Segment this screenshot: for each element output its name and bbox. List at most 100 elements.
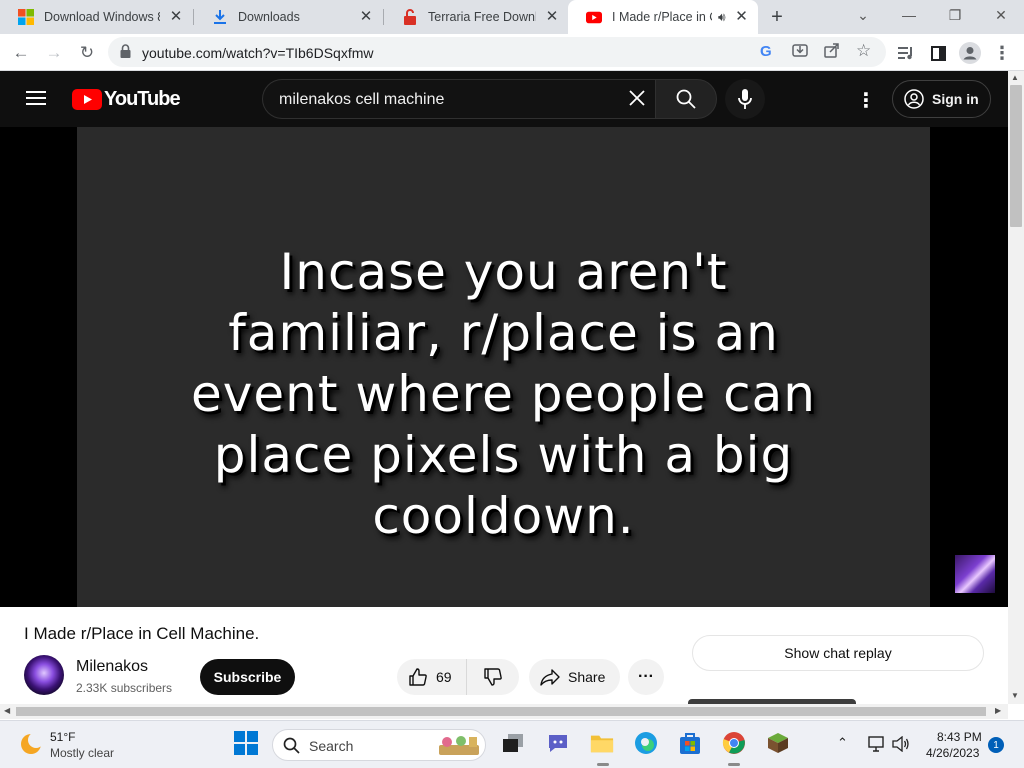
browser-toolbar: ← → ↻ youtube.com/watch?v=TIb6DSqxfmw G … xyxy=(0,34,1024,71)
bookmark-star-icon[interactable]: ☆ xyxy=(856,41,871,61)
tab-search-chevron-icon[interactable]: ⌄ xyxy=(840,0,886,30)
like-button[interactable]: 69 xyxy=(397,659,467,695)
search-icon xyxy=(676,89,696,109)
youtube-logo[interactable]: YouTube xyxy=(72,88,181,111)
youtube-icon xyxy=(586,9,602,25)
forward-button[interactable]: → xyxy=(41,40,67,66)
google-translate-icon[interactable]: G xyxy=(760,43,772,60)
subscribe-button[interactable]: Subscribe xyxy=(200,659,295,695)
channel-name[interactable]: Milenakos xyxy=(76,658,148,676)
dislike-button[interactable] xyxy=(467,659,519,695)
tab-download-windows[interactable]: Download Windows 8.1 ✕ xyxy=(0,0,192,34)
new-tab-button[interactable]: + xyxy=(766,7,788,27)
back-button[interactable]: ← xyxy=(8,40,34,66)
teams-chat-icon[interactable] xyxy=(546,731,570,755)
channel-avatar[interactable] xyxy=(24,655,64,695)
lock-red-icon xyxy=(402,9,418,25)
sign-in-button[interactable]: Sign in xyxy=(892,80,991,118)
show-hidden-icons-chevron-icon[interactable]: ⌃ xyxy=(837,735,848,751)
speaker-icon[interactable]: 🔊︎ xyxy=(718,10,726,25)
close-tab-icon[interactable]: ✕ xyxy=(544,9,560,25)
close-tab-icon[interactable]: ✕ xyxy=(168,9,184,25)
scroll-right-arrow-icon[interactable]: ▶ xyxy=(995,706,1001,715)
video-info-section: I Made r/Place in Cell Machine. Milenako… xyxy=(0,607,1008,704)
volume-icon[interactable] xyxy=(892,735,910,757)
clock-date[interactable]: 4/26/2023 xyxy=(926,746,979,760)
scroll-left-arrow-icon[interactable]: ◀ xyxy=(4,706,10,715)
url-text[interactable]: youtube.com/watch?v=TIb6DSqxfmw xyxy=(142,45,374,61)
tab-title: Terraria Free Download xyxy=(428,10,536,24)
search-button[interactable] xyxy=(655,79,717,119)
side-panel-icon[interactable] xyxy=(925,40,951,66)
video-caption-text: Incase you aren't familiar, r/place is a… xyxy=(191,243,816,545)
task-view-icon[interactable] xyxy=(501,731,525,755)
profile-avatar-icon[interactable] xyxy=(957,40,983,66)
address-bar[interactable]: youtube.com/watch?v=TIb6DSqxfmw G ☆ xyxy=(108,37,886,67)
search-input[interactable]: milenakos cell machine xyxy=(262,79,655,119)
taskbar-search-box[interactable]: Search xyxy=(272,729,486,761)
clear-search-icon[interactable] xyxy=(628,89,646,112)
vertical-scroll-thumb[interactable] xyxy=(1010,85,1022,227)
clock-time[interactable]: 8:43 PM xyxy=(937,730,982,744)
close-window-button[interactable]: ✕ xyxy=(978,0,1024,30)
microsoft-store-icon[interactable] xyxy=(678,731,702,755)
chrome-icon[interactable] xyxy=(722,731,746,755)
microphone-icon xyxy=(738,89,752,109)
account-circle-icon xyxy=(904,89,924,109)
chrome-menu-icon[interactable]: ⋮ xyxy=(989,40,1015,66)
weather-moon-icon[interactable] xyxy=(18,731,44,762)
notification-badge[interactable]: 1 xyxy=(988,737,1004,753)
hamburger-menu-icon[interactable] xyxy=(26,90,46,111)
windows-taskbar: 51°F Mostly clear Search ⌃ 8:43 PM 4/26/… xyxy=(0,720,1024,768)
video-title: I Made r/Place in Cell Machine. xyxy=(24,624,260,643)
taskbar-search-placeholder: Search xyxy=(309,738,354,754)
tab-downloads[interactable]: Downloads ✕ xyxy=(194,0,382,34)
vertical-scrollbar[interactable]: ▲ ▼ xyxy=(1008,71,1024,704)
edge-browser-icon[interactable] xyxy=(634,731,658,755)
taskbar-search-icon xyxy=(283,737,300,759)
windows-logo-icon xyxy=(18,9,34,25)
like-dislike-group: 69 xyxy=(397,659,519,695)
share-button[interactable]: Share xyxy=(529,659,620,695)
tab-youtube-active[interactable]: I Made r/Place in Cell Machine 🔊︎ ✕ xyxy=(568,0,758,34)
settings-more-icon[interactable]: ⋮ xyxy=(856,88,876,113)
thumbs-up-icon xyxy=(408,667,428,687)
share-arrow-icon xyxy=(540,668,560,686)
subscriber-count: 2.33K subscribers xyxy=(76,681,173,695)
channel-watermark[interactable] xyxy=(955,555,995,593)
close-tab-icon[interactable]: ✕ xyxy=(358,9,374,25)
close-tab-icon[interactable]: ✕ xyxy=(734,9,750,25)
install-app-icon[interactable] xyxy=(792,42,808,63)
file-explorer-icon[interactable] xyxy=(590,731,614,755)
weather-temperature[interactable]: 51°F xyxy=(50,730,75,744)
download-icon xyxy=(212,9,228,25)
share-label: Share xyxy=(568,669,606,685)
thumbs-down-icon xyxy=(483,667,503,687)
search-query-text[interactable]: milenakos cell machine xyxy=(279,91,444,109)
running-indicator xyxy=(597,763,609,766)
browser-tab-strip: Download Windows 8.1 ✕ Downloads ✕ Terra… xyxy=(0,0,1024,34)
scroll-down-arrow-icon[interactable]: ▼ xyxy=(1011,691,1019,700)
share-page-icon[interactable] xyxy=(824,42,840,63)
restore-button[interactable]: ❐ xyxy=(932,0,978,30)
scroll-up-arrow-icon[interactable]: ▲ xyxy=(1011,73,1019,82)
tab-title: I Made r/Place in Cell Machine xyxy=(612,10,712,24)
youtube-wordmark: YouTube xyxy=(104,88,181,110)
windows-start-icon[interactable] xyxy=(234,731,258,755)
voice-search-button[interactable] xyxy=(725,79,765,119)
youtube-play-logo-icon xyxy=(72,89,102,110)
network-icon[interactable] xyxy=(868,736,886,757)
more-actions-button[interactable]: ··· xyxy=(628,659,664,695)
minecraft-icon[interactable] xyxy=(766,731,790,755)
minimize-button[interactable]: — xyxy=(886,0,932,30)
horizontal-scroll-thumb[interactable] xyxy=(16,707,986,716)
tab-terraria[interactable]: Terraria Free Download ✕ xyxy=(384,0,568,34)
show-chat-replay-button[interactable]: Show chat replay xyxy=(692,635,984,671)
tab-title: Download Windows 8.1 xyxy=(44,10,160,24)
video-frame[interactable]: Incase you aren't familiar, r/place is a… xyxy=(77,127,930,607)
horizontal-scrollbar[interactable]: ◀ ▶ xyxy=(0,704,1008,719)
weather-description[interactable]: Mostly clear xyxy=(50,746,114,760)
lock-icon[interactable] xyxy=(120,44,131,63)
reload-button[interactable]: ↻ xyxy=(74,40,100,66)
media-control-icon[interactable] xyxy=(893,40,919,66)
